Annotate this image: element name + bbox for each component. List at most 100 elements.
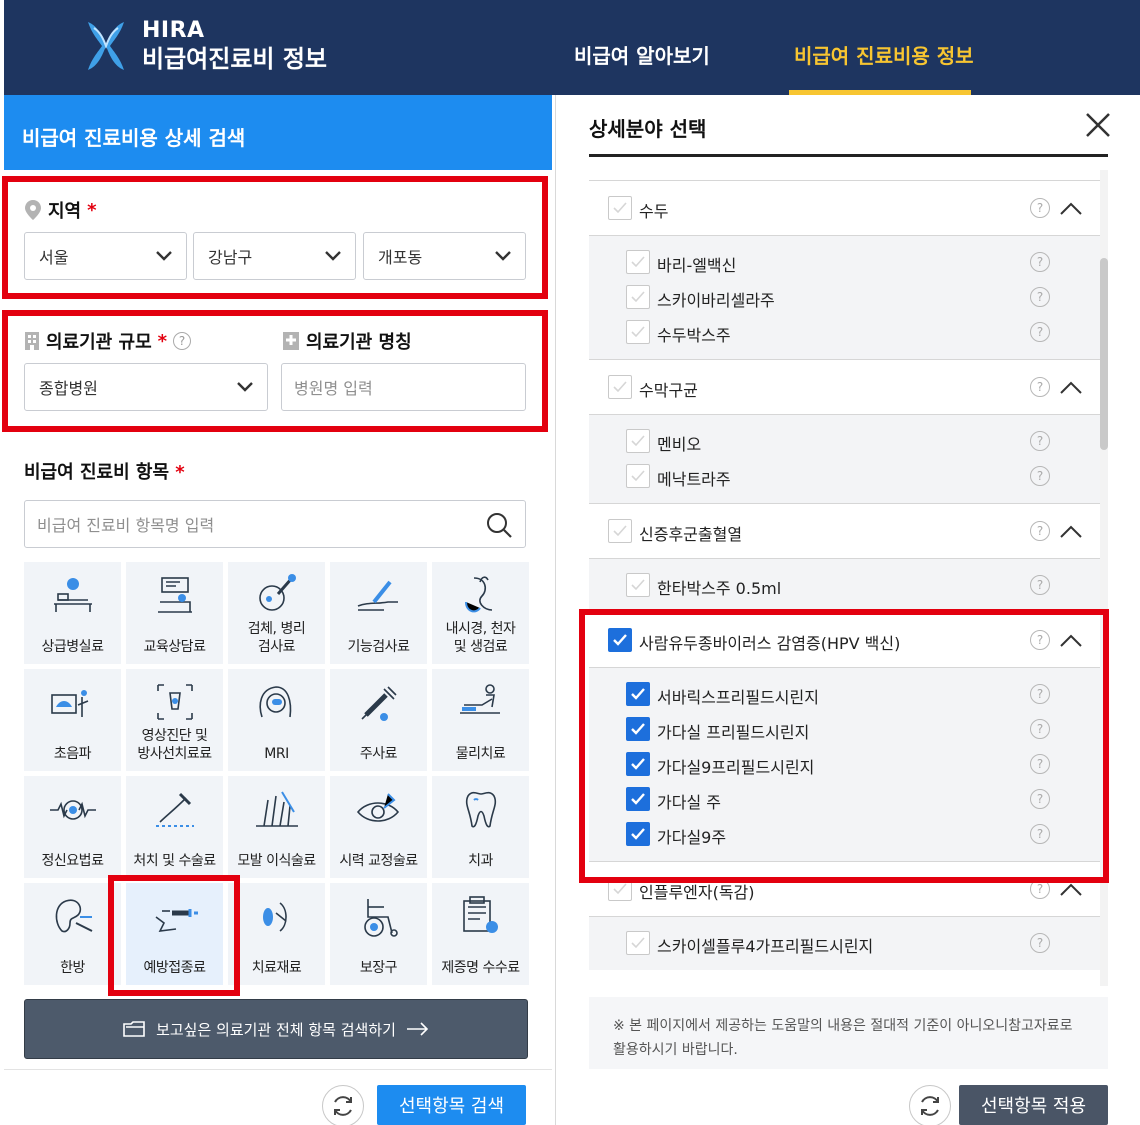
item-search-placeholder: 비급여 진료비 항목명 입력 (37, 516, 215, 535)
panel-divider (555, 95, 556, 1125)
item-tile-label: MRI (264, 746, 289, 762)
check-icon (613, 883, 627, 895)
detail-list-scroll-thumb[interactable] (1100, 258, 1108, 450)
item-tile-certificate[interactable]: 제증명 수수료 (432, 883, 529, 985)
chevron-up-icon[interactable] (1059, 881, 1083, 897)
full-item-search-label: 보고싶은 의료기관 전체 항목 검색하기 (156, 1020, 396, 1039)
category-row[interactable]: 수막구균? (589, 359, 1101, 415)
help-icon[interactable]: ? (1030, 575, 1050, 595)
full-item-search-button[interactable]: 보고싶은 의료기관 전체 항목 검색하기 (24, 999, 528, 1059)
subitem-row[interactable]: 멘비오? (589, 424, 1101, 459)
item-tile-label: 물리치료 (455, 746, 506, 762)
item-tile-label: 교육상담료 (143, 639, 206, 655)
hpv-highlight-box (579, 609, 1109, 883)
item-search-input[interactable]: 비급여 진료비 항목명 입력 (24, 500, 526, 548)
lens-icon (262, 902, 287, 932)
item-tile-hospital-bed[interactable]: 상급병실료 (24, 562, 121, 664)
subitem-row[interactable]: 한타박스주 0.5ml? (589, 568, 1101, 603)
tooth-icon (465, 791, 496, 828)
apply-selected-button[interactable]: 선택항목 적용 (959, 1085, 1108, 1125)
subitem-row[interactable]: 스카이셀플루4가프리필드시린지? (589, 926, 1101, 961)
item-tile-brain-wave[interactable]: 정신요법료 (24, 776, 121, 878)
subitem-row[interactable]: 스카이바리셀라주? (589, 280, 1101, 315)
search-selected-button[interactable]: 선택항목 검색 (377, 1085, 526, 1125)
item-tile-label: 상급병실료 (41, 639, 104, 655)
item-tile-endoscope[interactable]: 내시경, 천자 및 생검료 (432, 562, 529, 664)
right-reset-button[interactable] (909, 1085, 951, 1125)
hira-logo-icon[interactable] (84, 18, 128, 74)
help-icon[interactable]: ? (1030, 521, 1050, 541)
item-tile-eye-surgery[interactable]: 시력 교정술료 (330, 776, 427, 878)
items-section-title: 비급여 진료비 항목 * (24, 458, 185, 484)
item-tile-tooth[interactable]: 치과 (432, 776, 529, 878)
item-tile-physio[interactable]: 물리치료 (432, 669, 529, 771)
counseling-icon (157, 577, 192, 613)
help-icon[interactable]: ? (1030, 322, 1050, 342)
certificate-icon (462, 896, 498, 933)
item-tile-counseling[interactable]: 교육상담료 (126, 562, 223, 664)
nav-noncovered-about[interactable]: 비급여 알아보기 (574, 40, 710, 69)
help-icon[interactable]: ? (1030, 377, 1050, 397)
endoscope-icon (464, 576, 492, 613)
item-tile-wheelchair[interactable]: 보장구 (330, 883, 427, 985)
acupuncture-icon (55, 899, 92, 933)
item-tile-label: 영상진단 및 방사선치료료 (137, 728, 212, 762)
item-tile-label: 제증명 수수료 (441, 960, 520, 976)
category-checkbox[interactable] (608, 196, 632, 220)
subitem-checkbox[interactable] (626, 464, 650, 488)
item-tile-ultrasound[interactable]: 초음파 (24, 669, 121, 771)
category-checkbox[interactable] (608, 519, 632, 543)
folder-icon (123, 1021, 145, 1037)
category-row[interactable]: 수두? (589, 180, 1101, 236)
wheelchair-icon (363, 899, 398, 937)
subitem-label: 메낙트라주 (657, 470, 731, 489)
item-tile-hair-transplant[interactable]: 모발 이식술료 (228, 776, 325, 878)
subitem-checkbox[interactable] (626, 429, 650, 453)
subitem-checkbox[interactable] (626, 250, 650, 274)
help-icon[interactable]: ? (1030, 466, 1050, 486)
chevron-up-icon[interactable] (1059, 523, 1083, 539)
chevron-up-icon[interactable] (1059, 200, 1083, 216)
check-icon (631, 256, 645, 268)
ultrasound-icon (50, 690, 88, 717)
item-tile-label: 치료재료 (251, 960, 302, 976)
subitem-checkbox[interactable] (626, 320, 650, 344)
subitem-checkbox[interactable] (626, 285, 650, 309)
chevron-up-icon[interactable] (1059, 379, 1083, 395)
subitem-checkbox[interactable] (626, 573, 650, 597)
help-icon[interactable]: ? (1030, 198, 1050, 218)
subitem-label: 멘비오 (657, 435, 702, 454)
subitem-row[interactable]: 수두박스주? (589, 315, 1101, 350)
left-reset-button[interactable] (322, 1085, 364, 1125)
item-tile-function-test[interactable]: 기능검사료 (330, 562, 427, 664)
help-icon[interactable]: ? (1030, 287, 1050, 307)
item-tile-specimen[interactable]: 검체, 병리 검사료 (228, 562, 325, 664)
item-tile-surgery[interactable]: 처치 및 수술료 (126, 776, 223, 878)
item-tile-xray[interactable]: 영상진단 및 방사선치료료 (126, 669, 223, 771)
nav-noncovered-cost[interactable]: 비급여 진료비용 정보 (794, 40, 974, 69)
items-required-mark: * (175, 462, 185, 483)
category-checkbox[interactable] (608, 375, 632, 399)
subitem-row[interactable]: 바리-엘백신? (589, 245, 1101, 280)
help-icon[interactable]: ? (1030, 431, 1050, 451)
function-test-icon (357, 580, 398, 611)
item-tile-syringe[interactable]: 주사료 (330, 669, 427, 771)
hair-transplant-icon (255, 791, 298, 827)
item-tile-mri[interactable]: MRI (228, 669, 325, 771)
item-tile-label: 내시경, 천자 및 생검료 (445, 621, 516, 655)
help-icon[interactable]: ? (1030, 933, 1050, 953)
search-icon[interactable] (485, 511, 513, 539)
logo-text[interactable]: HIRA 비급여진료비 정보 (142, 18, 327, 74)
help-icon[interactable]: ? (1030, 252, 1050, 272)
arrow-right-icon (406, 1022, 429, 1036)
item-tile-label: 치과 (468, 853, 493, 869)
subitem-row[interactable]: 메낙트라주? (589, 459, 1101, 494)
item-tile-label: 처치 및 수술료 (133, 853, 216, 869)
subitem-checkbox[interactable] (626, 931, 650, 955)
close-icon[interactable] (1085, 112, 1111, 138)
eye-surgery-icon (356, 793, 399, 822)
subitem-label: 한타박스주 0.5ml (657, 579, 782, 598)
category-row[interactable]: 신증후군출혈열? (589, 503, 1101, 559)
item-tile-lens[interactable]: 치료재료 (228, 883, 325, 985)
item-tile-acupuncture[interactable]: 한방 (24, 883, 121, 985)
